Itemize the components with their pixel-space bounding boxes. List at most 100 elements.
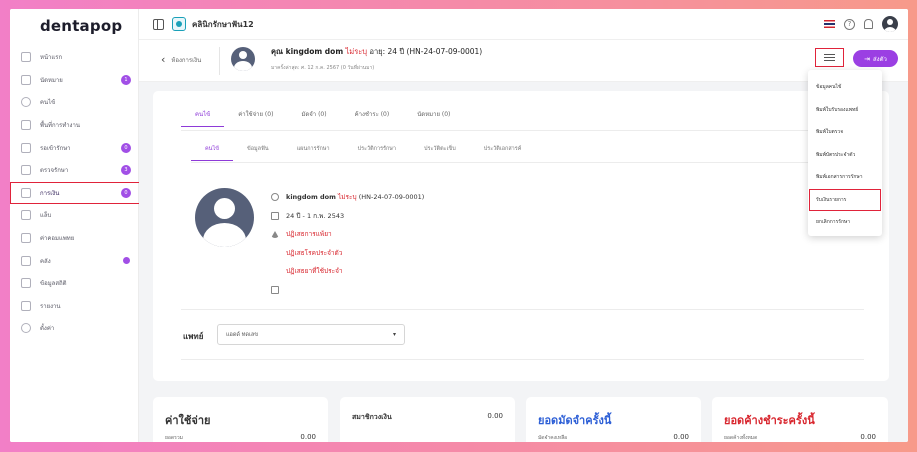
sidebar-item-treatment[interactable]: ตรวจรักษา 3 — [10, 159, 139, 182]
sidebar-item-label: แล็บ — [40, 212, 52, 220]
card-value: 0.00 — [860, 433, 876, 441]
money-icon — [21, 187, 31, 198]
count-badge: 0 — [121, 187, 131, 198]
chevron-down-icon: ▾ — [392, 331, 396, 338]
sidebar-item-finance[interactable]: การเงิน 0 — [10, 181, 145, 205]
subtab-treatment-plan[interactable]: แผนการรักษา — [283, 145, 344, 161]
gender-unspecified: ไม่ระบุ — [345, 47, 368, 56]
box-icon — [21, 255, 31, 266]
info-extra-row — [271, 281, 424, 300]
sidebar-item-label: ตรวจรักษา — [40, 167, 69, 175]
tooth-icon — [21, 210, 31, 221]
divider — [191, 162, 864, 163]
sidebar-item-workspace[interactable]: พื้นที่การทำงาน — [10, 114, 139, 137]
menu-icon-line — [824, 60, 835, 61]
report-icon — [21, 300, 31, 311]
info-disease-row: ปฏิเสธโรคประจำตัว — [271, 244, 424, 263]
sidebar-item-commission[interactable]: ค่าคอมแพทย — [10, 227, 139, 250]
card-value: 0.00 — [673, 433, 689, 441]
patient-avatar — [195, 188, 254, 247]
count-badge: 0 — [121, 142, 131, 153]
sidebar-item-patients[interactable]: คนไข้ — [10, 91, 139, 114]
divider — [181, 309, 864, 310]
info-meds-row: ปฏิเสธยาที่ใช้ประจำ — [271, 262, 424, 281]
info-disease: ปฏิเสธโรคประจำตัว — [286, 248, 343, 257]
tab-deposit[interactable]: มัดจำ (0) — [287, 109, 340, 127]
sidebar-item-lab[interactable]: แล็บ — [10, 204, 139, 227]
menu-item-receive-payment[interactable]: รับเงินรายการ — [808, 188, 882, 212]
card-sublabel: ยอดรวม — [165, 435, 183, 441]
sidebar-item-settings[interactable]: ตั้งค่า — [10, 317, 139, 340]
menu-icon-line — [824, 57, 835, 58]
sidebar-item-inventory[interactable]: คลัง — [10, 249, 139, 272]
sidebar-item-statistics[interactable]: ข้อมูลสถิติ — [10, 272, 139, 295]
sidebar-item-home[interactable]: หน้าแรก — [10, 46, 139, 69]
tab-outstanding[interactable]: ค้างชำระ (0) — [341, 109, 404, 127]
doctor-label: แพทย์ — [183, 332, 204, 341]
clinic-name[interactable]: คลินิกรักษาฟัน12 — [192, 18, 254, 31]
send-button[interactable]: ⇥ ส่งตัว — [853, 50, 898, 67]
sidebar-toggle-icon[interactable] — [153, 18, 164, 30]
user-icon — [271, 193, 279, 202]
tab-patient[interactable]: คนไข้ — [181, 109, 225, 127]
card-sublabel: มัดจำคงเหลือ — [538, 435, 568, 441]
info-name: kingdom dom — [286, 193, 336, 202]
sidebar-item-label: ตั้งค่า — [40, 325, 55, 333]
subtab-teeth[interactable]: ข้อมูลฟัน — [233, 145, 283, 161]
doctor-select[interactable]: แอดด์ ทดเลข ▾ — [217, 324, 405, 345]
secondary-tabs: คนไข้ ข้อมูลฟัน แผนการรักษา ประวัติการรั… — [191, 145, 535, 161]
user-icon — [21, 97, 31, 108]
workspace-icon — [21, 120, 31, 131]
last-visit: มาครั้งล่าสุด: ศ. 12 ก.ค. 2567 (0 วันที่… — [271, 65, 375, 71]
subtab-suture-history[interactable]: ประวัติตะเข็บ — [410, 145, 470, 161]
card-value: 0.00 — [487, 412, 503, 420]
calendar-icon — [21, 74, 31, 85]
bell-icon[interactable] — [864, 19, 873, 29]
clinic-icon — [172, 17, 186, 31]
count-badge: 1 — [121, 74, 131, 85]
document-icon — [271, 285, 279, 294]
menu-item-print-exam[interactable]: พิมพ์ใบตรวจ — [808, 121, 882, 144]
menu-item-patient-info[interactable]: ข้อมูลคนไข้ — [808, 76, 882, 99]
menu-item-print-medical-cert[interactable]: พิมพ์ใบรับรองแพทย์ — [808, 99, 882, 122]
topbar-actions: ? — [824, 16, 898, 32]
sidebar-item-label: คลัง — [40, 257, 51, 265]
warning-icon — [271, 230, 279, 238]
summary-card-deposit: ยอดมัดจำครั้งนี้ มัดจำคงเหลือ 0.00 — [526, 397, 701, 442]
tab-appointments[interactable]: นัดหมาย (0) — [403, 109, 464, 127]
thai-flag-icon[interactable] — [824, 20, 835, 28]
back-button[interactable]: ‹ ห้องการเงิน — [161, 53, 201, 66]
chevron-left-icon: ‹ — [161, 53, 166, 66]
actions-dropdown: ข้อมูลคนไข้ พิมพ์ใบรับรองแพทย์ พิมพ์ใบตร… — [808, 70, 882, 236]
divider — [181, 130, 864, 131]
tab-expenses[interactable]: ค่าใช้จ่าย (0) — [224, 109, 287, 127]
user-avatar[interactable] — [882, 16, 898, 32]
sidebar-item-reports[interactable]: รายงาน — [10, 295, 139, 318]
subtab-patient[interactable]: คนไข้ — [191, 145, 233, 161]
doctor-selected: แอดด์ ทดเลข — [226, 331, 258, 338]
menu-item-print-id-card[interactable]: พิมพ์บัตรประจำตัว — [808, 144, 882, 167]
sidebar-item-label: การเงิน — [40, 189, 60, 197]
subtab-treatment-history[interactable]: ประวัติการรักษา — [344, 145, 410, 161]
calendar-icon — [271, 211, 279, 220]
menu-item-cancel-treatment[interactable]: ยกเลิกการรักษา — [808, 211, 882, 234]
sidebar-item-waiting[interactable]: รอเข้ารักษา 0 — [10, 136, 139, 159]
sidebar-item-label: นัดหมาย — [40, 76, 63, 84]
sidebar-item-appointments[interactable]: นัดหมาย 1 — [10, 69, 139, 92]
card-title: ค่าใช้จ่าย — [165, 414, 211, 427]
send-label: ส่งตัว — [873, 55, 887, 63]
hamburger-menu-button[interactable] — [815, 48, 844, 67]
sidebar-item-label: คนไข้ — [40, 99, 56, 107]
menu-item-print-treatment-doc[interactable]: พิมพ์เอกสารการรักษา — [808, 166, 882, 189]
content-area: คนไข้ ค่าใช้จ่าย (0) มัดจำ (0) ค้างชำระ … — [139, 82, 908, 442]
summary-card-outstanding: ยอดค้างชำระครั้งนี้ ยอดค้างทั้งหมด 0.00 — [712, 397, 888, 442]
info-name-row: kingdom dom ไม่ระบุ (HN-24-07-09-0001) — [271, 188, 424, 207]
sidebar-item-label: รอเข้ารักษา — [40, 144, 71, 152]
subtab-document-history[interactable]: ประวัติเอกสารค์ — [470, 145, 536, 161]
help-icon[interactable]: ? — [844, 18, 855, 30]
home-icon — [21, 52, 31, 63]
treatment-icon — [21, 165, 31, 176]
patient-header: ‹ ห้องการเงิน คุณ kingdom dom ไม่ระบุ อา… — [139, 40, 908, 82]
summary-card-expenses: ค่าใช้จ่าย ยอดรวม 0.00 — [153, 397, 328, 442]
card-sublabel: ยอดค้างทั้งหมด — [724, 435, 758, 441]
